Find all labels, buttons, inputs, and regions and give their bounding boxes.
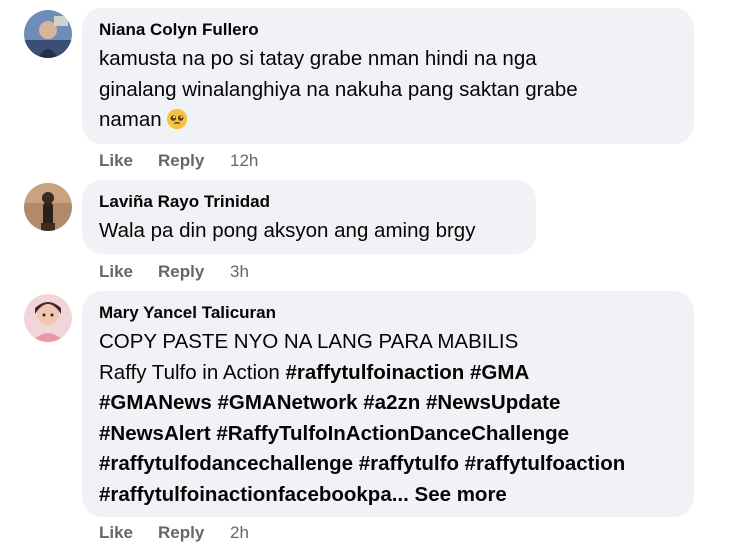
comment-author[interactable]: Laviña Rayo Trinidad [99,191,520,213]
pleading-face-emoji-icon [166,108,187,130]
reply-button[interactable]: Reply [158,522,204,544]
hashtag-group[interactable]: #raffytulfoinactionfacebookpa... [99,483,409,506]
comment-text-fragment: Raffy Tulfo in Action [99,360,280,384]
avatar-image [24,10,72,58]
reply-button[interactable]: Reply [158,261,204,283]
hashtag-line[interactable]: #NewsAlert #RaffyTulfoInActionDanceChall… [99,419,678,450]
comment-text-line: Wala pa din pong aksyon ang aming brgy [99,219,476,242]
comment-text: kamusta na po si tatay grabe nman hindi … [99,44,678,136]
comment-text-line: naman [99,105,678,136]
avatar[interactable] [24,183,72,231]
hashtag-line[interactable]: #raffytulfodancechallenge #raffytulfo #r… [99,449,678,480]
comment-timestamp[interactable]: 3h [230,261,249,283]
comment-text-line: Raffy Tulfo in Action #raffytulfoinactio… [99,358,678,389]
comment-text-fragment: naman [99,108,162,131]
comment-text-line: #raffytulfoinactionfacebookpa... See mor… [99,480,678,511]
reply-button[interactable]: Reply [158,150,204,172]
like-button[interactable]: Like [99,150,133,172]
see-more-link[interactable]: See more [415,483,507,506]
comment-text-line: COPY PASTE NYO NA LANG PARA MABILIS [99,330,519,353]
comment-text: COPY PASTE NYO NA LANG PARA MABILIS Raff… [99,327,678,510]
comment-text: Wala pa din pong aksyon ang aming brgy [99,216,520,247]
like-button[interactable]: Like [99,261,133,283]
avatar[interactable] [24,10,72,58]
comment-bubble: Mary Yancel Talicuran COPY PASTE NYO NA … [82,291,694,517]
avatar[interactable] [24,294,72,342]
comment-bubble: Laviña Rayo Trinidad Wala pa din pong ak… [82,180,536,254]
comment-text-line: kamusta na po si tatay grabe nman hindi … [99,47,537,70]
hashtag-line[interactable]: #GMANews #GMANetwork #a2zn #NewsUpdate [99,388,678,419]
comment-timestamp[interactable]: 12h [230,150,258,172]
comment-bubble: Niana Colyn Fullero kamusta na po si tat… [82,8,694,144]
like-button[interactable]: Like [99,522,133,544]
hashtag-group[interactable]: #raffytulfoinaction #GMA [286,361,530,384]
avatar-image [24,183,72,231]
avatar-image [24,294,72,342]
comment-author[interactable]: Mary Yancel Talicuran [99,302,678,324]
comment-timestamp[interactable]: 2h [230,522,249,544]
comment-author[interactable]: Niana Colyn Fullero [99,19,678,41]
comment-text-line: ginalang winalanghiya na nakuha pang sak… [99,77,578,101]
